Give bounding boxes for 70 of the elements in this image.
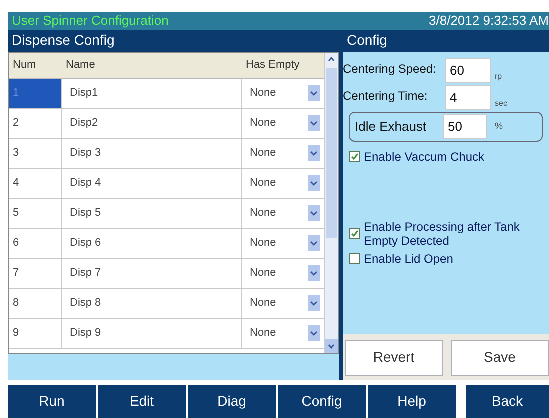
checkbox-label: Enable Vaccum Chuck <box>364 148 485 166</box>
unit-label: % <box>495 120 504 133</box>
table-cell[interactable]: 4 <box>9 168 62 198</box>
dropdown[interactable]: None <box>242 318 324 348</box>
table-cell: Disp 3 <box>62 138 242 168</box>
scrollbar[interactable] <box>324 52 338 353</box>
nav-button[interactable]: Edit <box>98 385 186 418</box>
chevron-down-icon <box>308 235 320 252</box>
dropdown[interactable]: None <box>242 198 324 228</box>
input-field[interactable]: 4 <box>445 84 491 110</box>
table-cell[interactable]: 3 <box>9 138 62 168</box>
checkbox-label: Enable Lid Open <box>364 250 454 268</box>
field-label: Idle Exhaust <box>355 118 428 136</box>
table-cell: Disp 5 <box>62 198 242 228</box>
table-cell[interactable]: 9 <box>9 318 62 348</box>
table-cell: Disp 4 <box>62 168 242 198</box>
dropdown[interactable]: None <box>242 78 324 108</box>
chevron-down-icon <box>308 115 320 132</box>
chevron-down-icon <box>308 85 320 102</box>
input-field[interactable]: 60 <box>445 58 491 83</box>
table-cell[interactable]: 6 <box>9 228 62 258</box>
field-label: Centering Speed: <box>343 61 438 78</box>
column-header: Num <box>12 58 38 73</box>
nav-button[interactable]: Config <box>278 385 366 418</box>
window-title: User Spinner Configuration <box>12 14 169 28</box>
panel-title: Config <box>347 31 388 50</box>
chevron-down-icon <box>308 175 320 192</box>
check-icon <box>350 230 358 238</box>
table-cell[interactable]: 5 <box>9 198 62 228</box>
table-cell: Disp 7 <box>62 258 242 288</box>
table-cell: Disp 6 <box>62 228 242 258</box>
dropdown[interactable]: None <box>242 228 324 258</box>
checkbox[interactable] <box>349 228 360 240</box>
chevron-down-icon <box>308 295 320 312</box>
dropdown[interactable]: None <box>242 168 324 198</box>
nav-button[interactable]: Help <box>368 385 456 418</box>
table-cell: Disp2 <box>62 108 242 138</box>
chevron-down-icon <box>308 145 320 162</box>
table-cell: Disp1 <box>62 78 242 108</box>
field-label: Centering Time: <box>343 88 429 106</box>
nav-button[interactable]: Run <box>8 385 96 418</box>
checkbox[interactable] <box>349 253 360 264</box>
nav-button[interactable]: Back <box>466 385 549 418</box>
table-cell[interactable]: 8 <box>9 288 62 318</box>
chevron-down-icon <box>308 325 320 342</box>
dropdown[interactable]: None <box>242 288 324 318</box>
unit-label: rp <box>495 70 502 83</box>
scroll-down-icon[interactable] <box>325 338 338 353</box>
dropdown[interactable]: None <box>242 108 324 138</box>
action-button[interactable]: Revert <box>345 340 443 376</box>
dropdown[interactable]: None <box>242 138 324 168</box>
checkbox[interactable] <box>349 151 360 162</box>
unit-label: sec <box>495 98 508 110</box>
date-time: 3/8/2012 9:32:53 AM <box>429 14 549 28</box>
check-icon <box>350 152 358 161</box>
chevron-down-icon <box>308 265 320 282</box>
chevron-down-icon <box>308 205 320 222</box>
checkbox-label: Enable Processing after Tank Empty Detected <box>364 220 521 248</box>
dropdown[interactable]: None <box>242 258 324 288</box>
table-cell[interactable]: 2 <box>9 108 62 138</box>
nav-button[interactable]: Diag <box>188 385 276 418</box>
column-header: Has Empty <box>245 58 300 73</box>
input-field[interactable]: 50 <box>443 114 487 140</box>
table-cell: Disp 8 <box>62 288 242 318</box>
table-cell[interactable]: 7 <box>9 258 62 288</box>
column-header: Name <box>65 58 96 73</box>
panel-title: Dispense Config <box>12 31 115 50</box>
action-button[interactable]: Save <box>451 340 549 376</box>
scroll-thumb[interactable] <box>326 68 337 238</box>
table-cell: Disp 9 <box>62 318 242 348</box>
